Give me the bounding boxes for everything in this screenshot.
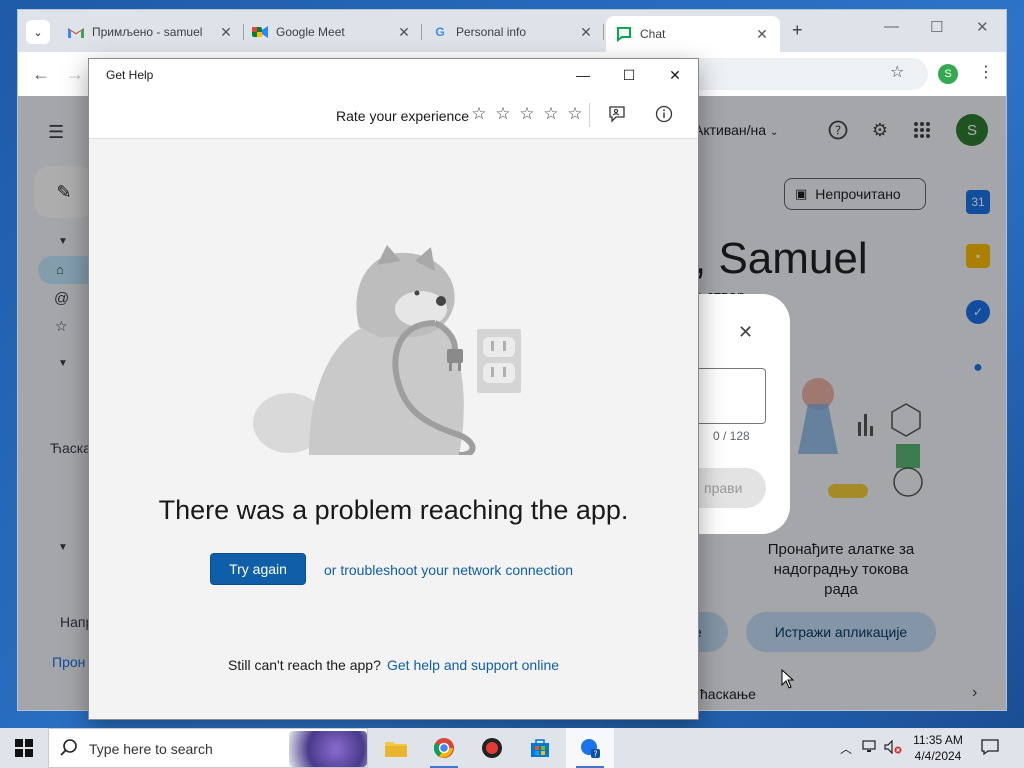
rating-header: Rate your experience ☆ ☆ ☆ ☆ ☆: [89, 91, 698, 139]
star-4-icon[interactable]: ☆: [542, 104, 560, 123]
chat-icon: [616, 26, 632, 42]
network-icon[interactable]: [862, 740, 878, 757]
minimize-icon[interactable]: —: [884, 18, 899, 35]
meet-icon: [252, 24, 268, 40]
clock-time: 11:35 AM: [913, 733, 963, 747]
error-message: There was a problem reaching the app.: [158, 495, 629, 525]
tray-chevron-up-icon[interactable]: ︿: [840, 740, 852, 757]
get-help-taskbar-icon[interactable]: ?: [566, 728, 614, 768]
volume-muted-icon[interactable]: [884, 739, 902, 757]
star-3-icon[interactable]: ☆: [518, 104, 536, 123]
close-icon[interactable]: ✕: [218, 24, 234, 41]
screen-recorder-icon[interactable]: [468, 728, 516, 768]
star-1-icon[interactable]: ☆: [470, 104, 488, 123]
tab-personal-info[interactable]: G Personal info ✕: [422, 16, 604, 48]
taskbar-clock[interactable]: 11:35 AM 4/4/2024: [906, 732, 970, 764]
windows-start-icon[interactable]: [8, 736, 40, 760]
tab-title: Google Meet: [276, 25, 345, 39]
chrome-taskbar-icon[interactable]: [420, 728, 468, 768]
svg-text:?: ?: [593, 750, 597, 759]
feedback-icon[interactable]: [607, 104, 627, 124]
close-icon[interactable]: ✕: [754, 26, 770, 43]
get-help-titlebar: Get Help — ☐ ✕: [89, 59, 698, 91]
taskbar: Type here to search ? ︿ 11:35 AM 4/4/202…: [0, 728, 1024, 768]
character-counter: 0 / 128: [713, 429, 750, 443]
mouse-cursor-icon: [781, 669, 795, 689]
back-arrow-icon[interactable]: ←: [32, 64, 50, 85]
tab-strip: ⌄ Примљено - samuel ✕ Google Meet ✕ G Pe…: [18, 10, 1006, 52]
maximize-icon[interactable]: ☐: [619, 65, 639, 85]
window-title: Get Help: [106, 68, 154, 82]
info-icon[interactable]: [654, 104, 674, 124]
google-icon: G: [435, 25, 445, 39]
gmail-icon: [68, 24, 84, 40]
tab-chat[interactable]: Chat ✕: [606, 16, 780, 52]
close-icon[interactable]: ✕: [738, 322, 753, 343]
close-window-icon[interactable]: ✕: [976, 18, 989, 36]
close-icon[interactable]: ✕: [665, 65, 685, 85]
notifications-icon[interactable]: [980, 738, 1000, 758]
unplugged-dog-illustration: [253, 245, 521, 455]
troubleshoot-link[interactable]: or troubleshoot your network connection: [324, 562, 573, 578]
star-5-icon[interactable]: ☆: [566, 104, 584, 123]
try-again-button[interactable]: Try again: [210, 553, 306, 585]
search-placeholder: Type here to search: [89, 741, 213, 757]
rate-label: Rate your experience: [336, 108, 470, 124]
menu-kebab-icon[interactable]: ⋮: [978, 62, 994, 82]
close-icon[interactable]: ✕: [578, 24, 594, 41]
tab-search-button[interactable]: ⌄: [26, 20, 50, 44]
minimize-icon[interactable]: —: [573, 65, 593, 85]
taskbar-search-box[interactable]: Type here to search: [48, 728, 368, 768]
star-2-icon[interactable]: ☆: [494, 104, 512, 123]
close-icon[interactable]: ✕: [396, 24, 412, 41]
chevron-down-icon: ⌄: [33, 26, 43, 39]
dialog-text-input[interactable]: [694, 368, 766, 424]
get-help-window: Get Help — ☐ ✕ Rate your experience ☆ ☆ …: [88, 58, 699, 720]
tab-title: Chat: [640, 27, 666, 41]
bookmark-star-icon[interactable]: ☆: [890, 62, 904, 82]
profile-avatar[interactable]: S: [938, 64, 958, 84]
new-tab-button[interactable]: +: [792, 20, 803, 41]
help-online-link[interactable]: Get help and support online: [387, 657, 559, 673]
tab-meet[interactable]: Google Meet ✕: [242, 16, 422, 48]
microsoft-store-icon[interactable]: [516, 728, 564, 768]
maximize-icon[interactable]: ☐: [930, 18, 943, 36]
clock-date: 4/4/2024: [914, 749, 962, 763]
header-divider: [589, 103, 590, 127]
search-highlight-image: [289, 731, 367, 767]
tab-title: Personal info: [456, 25, 527, 39]
forward-arrow-icon[interactable]: →: [66, 64, 84, 85]
dialog-create-button[interactable]: прави: [694, 468, 766, 508]
tab-title: Примљено - samuel: [92, 25, 203, 39]
still-cant-text: Still can't reach the app?: [228, 657, 381, 673]
tab-gmail[interactable]: Примљено - samuel ✕: [58, 16, 244, 48]
file-explorer-icon[interactable]: [372, 728, 420, 768]
search-icon: [59, 738, 79, 761]
